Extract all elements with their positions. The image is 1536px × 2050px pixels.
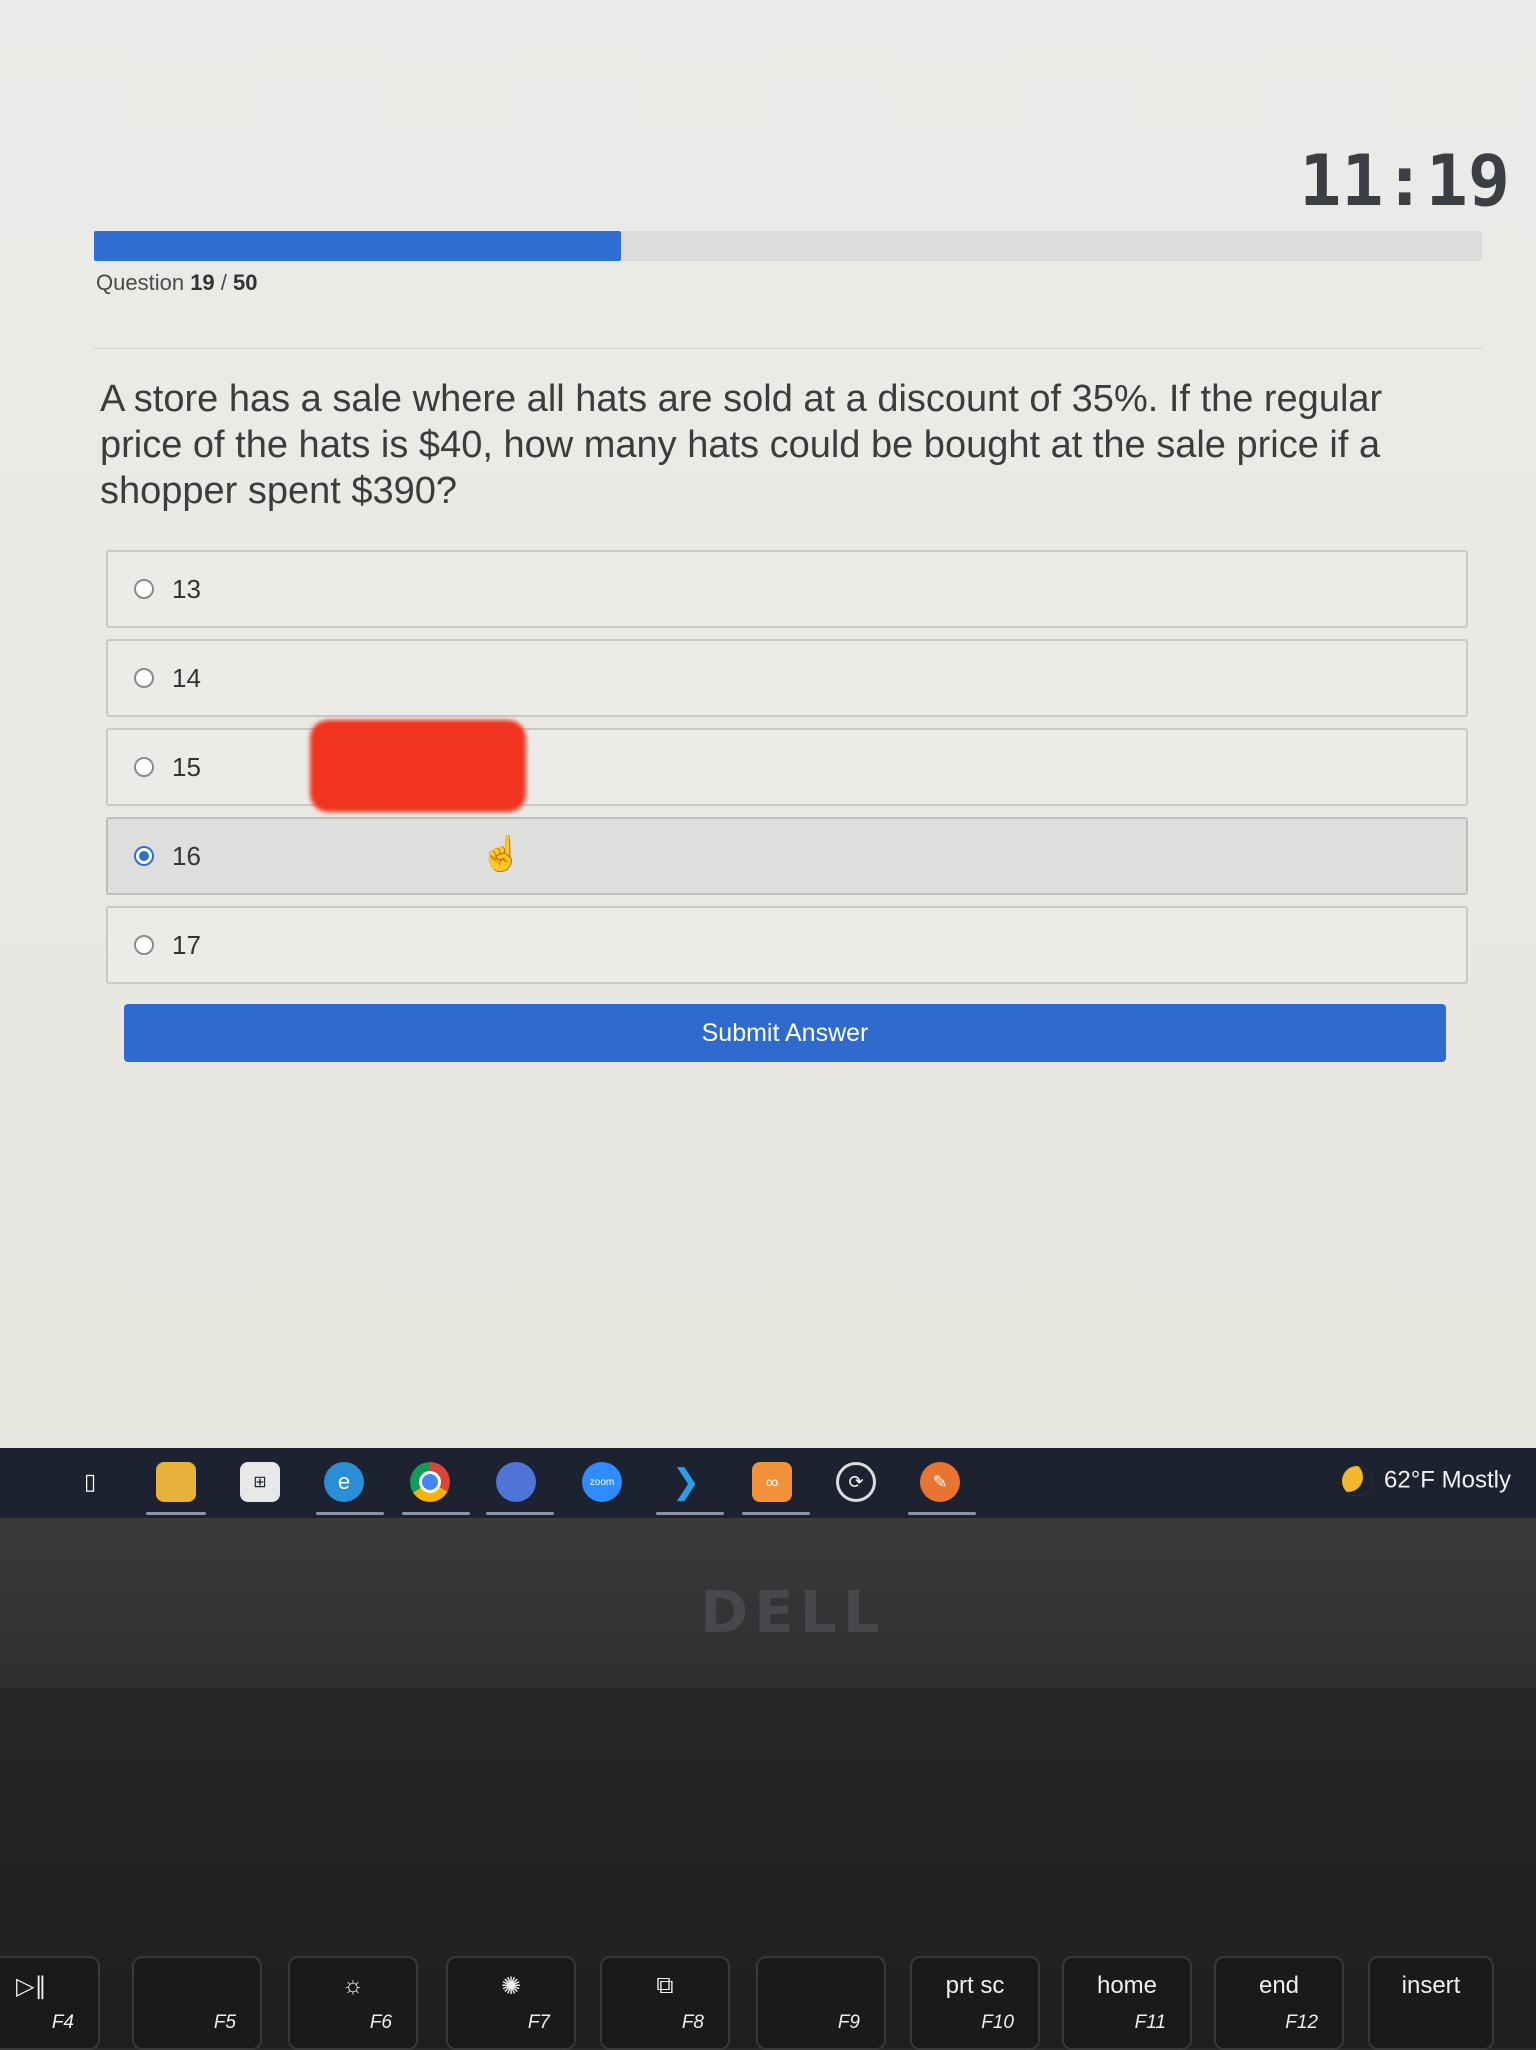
key-fn-label: F6: [369, 2012, 392, 2033]
counter-total: 50: [233, 270, 258, 295]
obs-icon[interactable]: ⟳: [836, 1462, 876, 1502]
red-scribble-redaction: [310, 720, 526, 812]
task-view-icon[interactable]: ▯: [70, 1462, 110, 1502]
zoom-icon[interactable]: zoom: [582, 1462, 622, 1502]
laptop-bezel: DELL: [0, 1518, 1536, 1688]
taskbar: ▯ ⊞ e zoom ❯ ∞ ⟳ ✎ 62°F Mostly: [0, 1448, 1536, 1518]
answer-option[interactable]: 17: [106, 906, 1468, 984]
divider: [94, 348, 1482, 349]
quiz-screen: 11:19 Question 19 / 50 A store has a sal…: [0, 0, 1536, 1452]
answer-option[interactable]: 13: [106, 550, 1468, 628]
key-fn-label: F11: [1134, 2012, 1166, 2033]
key-f5[interactable]: F5: [132, 1956, 262, 2050]
active-indicator: [146, 1512, 206, 1515]
answer-option[interactable]: 14: [106, 639, 1468, 717]
progress-fill: [94, 231, 622, 261]
key-main-label: end: [1258, 1972, 1300, 1999]
key-main-label: insert: [1401, 1972, 1461, 1999]
radio-button[interactable]: [134, 757, 154, 777]
active-indicator: [742, 1512, 810, 1515]
brightness-up-icon: ✺: [500, 1973, 522, 2000]
active-indicator: [908, 1512, 976, 1515]
key-f7[interactable]: ✺ F7: [446, 1956, 576, 2050]
key-f4[interactable]: ▷∥ F4: [0, 1956, 100, 2050]
question-text: A store has a sale where all hats are so…: [100, 378, 1383, 512]
display-icon: ⧉: [656, 1972, 674, 1999]
app-icon[interactable]: ∞: [752, 1462, 792, 1502]
submit-answer-button[interactable]: Submit Answer: [124, 1004, 1446, 1062]
progress-bar: [94, 231, 1482, 261]
active-indicator: [656, 1512, 724, 1515]
key-fn-label: F8: [681, 2012, 704, 2033]
radio-button[interactable]: [134, 935, 154, 955]
question-counter: Question 19 / 50: [96, 270, 258, 296]
dell-logo: DELL: [700, 1578, 886, 1646]
key-fn-label: F12: [1285, 2012, 1318, 2033]
key-f9[interactable]: F9: [756, 1956, 886, 2050]
file-explorer-icon[interactable]: [156, 1462, 196, 1502]
option-label: 13: [172, 573, 201, 604]
counter-separator: /: [220, 270, 227, 295]
edge-icon[interactable]: e: [324, 1462, 364, 1502]
microsoft-store-icon[interactable]: ⊞: [240, 1462, 280, 1502]
key-f6[interactable]: ☼ F6: [288, 1956, 418, 2050]
option-label: 14: [172, 662, 201, 693]
vscode-icon[interactable]: ❯: [666, 1462, 706, 1502]
radio-button[interactable]: [134, 579, 154, 599]
weather-widget[interactable]: 62°F Mostly: [1342, 1466, 1511, 1496]
key-fn-label: F10: [981, 2012, 1014, 2033]
answer-option[interactable]: 16: [106, 817, 1468, 895]
keyboard: ▷∥ F4 F5 ☼ F6 ✺ F7 ⧉ F8 F9 prt sc F10 ho…: [0, 1688, 1536, 2050]
weather-text: 62°F Mostly: [1384, 1466, 1511, 1494]
key-f11[interactable]: home F11: [1062, 1956, 1192, 2050]
chrome-icon[interactable]: [410, 1462, 450, 1502]
active-indicator: [486, 1512, 554, 1515]
key-fn-label: F7: [527, 2012, 550, 2033]
moon-icon: [1342, 1466, 1372, 1496]
chrome-profile-icon[interactable]: [496, 1462, 536, 1502]
radio-button[interactable]: [134, 668, 154, 688]
key-main-label: prt sc: [945, 1972, 1005, 1999]
key-insert[interactable]: insert: [1368, 1956, 1494, 2050]
play-pause-icon: ▷∥: [16, 1973, 47, 2000]
key-main-label: home: [1096, 1972, 1158, 1999]
active-indicator: [402, 1512, 470, 1515]
option-label: 16: [172, 840, 201, 871]
key-fn-label: F5: [213, 2012, 236, 2033]
key-f8[interactable]: ⧉ F8: [600, 1956, 730, 2050]
counter-prefix: Question: [96, 270, 185, 295]
option-label: 17: [172, 929, 201, 960]
key-fn-label: F9: [837, 2012, 860, 2033]
radio-button[interactable]: [134, 846, 154, 866]
hand-cursor-icon: ☝: [480, 835, 523, 873]
timer: 11:19: [1299, 140, 1510, 222]
counter-current: 19: [190, 270, 215, 295]
pen-app-icon[interactable]: ✎: [920, 1462, 960, 1502]
brightness-down-icon: ☼: [342, 1972, 364, 1999]
key-fn-label: F4: [51, 2012, 74, 2033]
active-indicator: [316, 1512, 384, 1515]
key-f10[interactable]: prt sc F10: [910, 1956, 1040, 2050]
key-f12[interactable]: end F12: [1214, 1956, 1344, 2050]
option-label: 15: [172, 751, 201, 782]
